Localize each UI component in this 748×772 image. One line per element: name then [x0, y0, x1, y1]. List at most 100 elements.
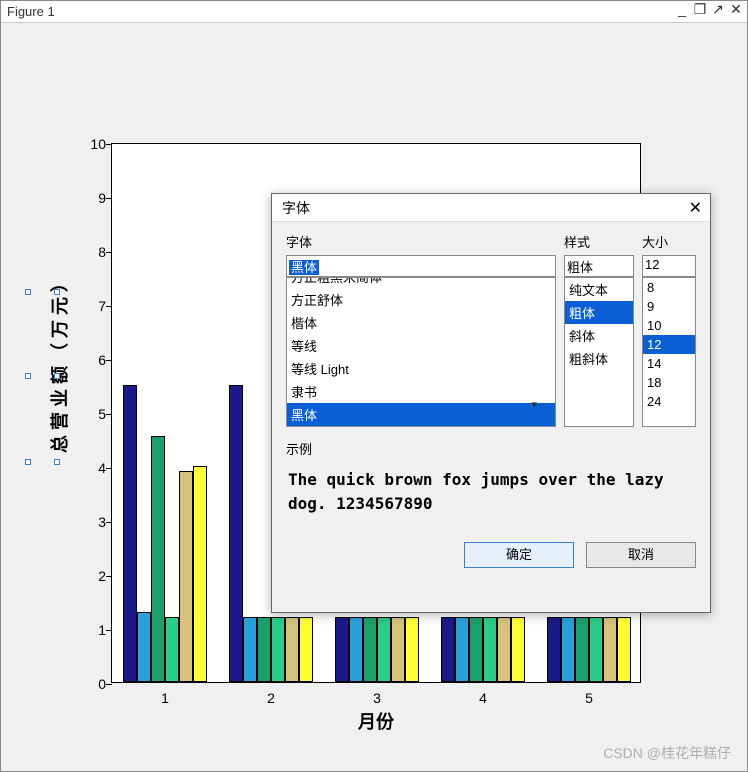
- bar[interactable]: [589, 617, 603, 682]
- dialog-titlebar[interactable]: 字体 ✕: [272, 194, 710, 222]
- size-input-value: 12: [645, 257, 659, 272]
- list-item[interactable]: 粗体: [565, 301, 633, 324]
- bar[interactable]: [349, 617, 363, 682]
- bar[interactable]: [243, 617, 257, 682]
- list-item[interactable]: 14: [643, 354, 695, 373]
- y-tick: 8: [82, 244, 106, 260]
- list-item[interactable]: 隶书: [287, 380, 555, 403]
- y-axis-label-selected[interactable]: 总 营 业 额 （ 万 元 ）: [46, 274, 72, 453]
- window-controls: _ ❐ ↗ ✕: [675, 1, 743, 18]
- window-title: Figure 1: [7, 4, 55, 19]
- list-item[interactable]: 粗斜体: [565, 347, 633, 370]
- selection-handle[interactable]: [54, 459, 60, 465]
- x-tick: 2: [267, 690, 275, 706]
- sample-section: 示例 The quick brown fox jumps over the la…: [286, 439, 696, 516]
- bar[interactable]: [165, 617, 179, 682]
- bar[interactable]: [193, 466, 207, 682]
- list-item[interactable]: 等线 Light: [287, 357, 555, 380]
- titlebar[interactable]: Figure 1 _ ❐ ↗ ✕: [1, 1, 747, 23]
- bar[interactable]: [617, 617, 631, 682]
- selection-handle[interactable]: [54, 373, 60, 379]
- y-tick: 6: [82, 352, 106, 368]
- bar[interactable]: [257, 617, 271, 682]
- style-label: 样式: [564, 232, 634, 251]
- bar[interactable]: [363, 617, 377, 682]
- bar[interactable]: [547, 617, 561, 682]
- list-item[interactable]: 楷体: [287, 311, 555, 334]
- figure-window: Figure 1 _ ❐ ↗ ✕ 012345678910 12345 月份 总…: [0, 0, 748, 772]
- dialog-body: 字体 黑体 方正粗黑宋简体方正舒体楷体等线等线 Light隶书黑体▾ 样式 粗体: [272, 222, 710, 578]
- bar[interactable]: [603, 617, 617, 682]
- style-list[interactable]: 纯文本粗体斜体粗斜体: [564, 277, 634, 427]
- bar[interactable]: [123, 385, 137, 682]
- font-label: 字体: [286, 232, 556, 251]
- list-item[interactable]: 方正舒体: [287, 288, 555, 311]
- style-input[interactable]: 粗体: [564, 255, 634, 277]
- y-tick: 2: [82, 568, 106, 584]
- bar[interactable]: [391, 617, 405, 682]
- bar[interactable]: [137, 612, 151, 682]
- restore-icon[interactable]: ❐: [693, 1, 707, 18]
- font-list[interactable]: 方正粗黑宋简体方正舒体楷体等线等线 Light隶书黑体▾: [286, 277, 556, 427]
- y-tick: 7: [82, 298, 106, 314]
- bar[interactable]: [561, 617, 575, 682]
- bar[interactable]: [455, 617, 469, 682]
- close-icon[interactable]: ✕: [729, 1, 743, 18]
- dialog-title: 字体: [282, 198, 310, 218]
- selection-handle[interactable]: [54, 289, 60, 295]
- y-tick: 5: [82, 406, 106, 422]
- bar[interactable]: [335, 617, 349, 682]
- list-item[interactable]: 12: [643, 335, 695, 354]
- popout-icon[interactable]: ↗: [711, 1, 725, 18]
- font-input[interactable]: 黑体: [286, 255, 556, 277]
- list-item[interactable]: 等线: [287, 334, 555, 357]
- size-label: 大小: [642, 232, 696, 251]
- bar[interactable]: [469, 617, 483, 682]
- bar[interactable]: [405, 617, 419, 682]
- size-input[interactable]: 12: [642, 255, 696, 277]
- cancel-button[interactable]: 取消: [586, 542, 696, 568]
- bar[interactable]: [151, 436, 165, 682]
- y-tick: 9: [82, 190, 106, 206]
- list-item[interactable]: 纯文本: [565, 278, 633, 301]
- sample-text: The quick brown fox jumps over the lazy …: [286, 462, 696, 516]
- list-item[interactable]: 24: [643, 392, 695, 411]
- list-item[interactable]: 黑体: [287, 403, 555, 426]
- list-item[interactable]: 8: [643, 278, 695, 297]
- bar[interactable]: [575, 617, 589, 682]
- bar[interactable]: [271, 617, 285, 682]
- chevron-down-icon[interactable]: ▾: [531, 398, 537, 411]
- list-item[interactable]: 方正粗黑宋简体: [287, 277, 555, 288]
- y-tick: 1: [82, 622, 106, 638]
- list-item[interactable]: 18: [643, 373, 695, 392]
- bar[interactable]: [377, 617, 391, 682]
- list-item[interactable]: 斜体: [565, 324, 633, 347]
- bar[interactable]: [229, 385, 243, 682]
- x-tick: 1: [161, 690, 169, 706]
- dialog-close-icon[interactable]: ✕: [689, 198, 702, 218]
- selection-handle[interactable]: [25, 373, 31, 379]
- selection-handle[interactable]: [25, 459, 31, 465]
- bar[interactable]: [483, 617, 497, 682]
- x-axis-label: 月份: [358, 708, 394, 734]
- dialog-buttons: 确定 取消: [286, 542, 696, 568]
- size-list[interactable]: 891012141824: [642, 277, 696, 427]
- watermark: CSDN @桂花年糕仔: [603, 743, 731, 763]
- bar[interactable]: [299, 617, 313, 682]
- bar[interactable]: [441, 617, 455, 682]
- bar[interactable]: [179, 471, 193, 682]
- x-tick: 5: [585, 690, 593, 706]
- sample-label: 示例: [286, 439, 696, 458]
- bar[interactable]: [497, 617, 511, 682]
- list-item[interactable]: 10: [643, 316, 695, 335]
- selection-handle[interactable]: [25, 289, 31, 295]
- bar[interactable]: [511, 617, 525, 682]
- bar[interactable]: [285, 617, 299, 682]
- y-tick: 3: [82, 514, 106, 530]
- minimize-icon[interactable]: _: [675, 1, 689, 18]
- font-input-value: 黑体: [289, 260, 319, 275]
- list-item[interactable]: 9: [643, 297, 695, 316]
- y-tick: 0: [82, 676, 106, 692]
- font-dialog[interactable]: 字体 ✕ 字体 黑体 方正粗黑宋简体方正舒体楷体等线等线 Light隶书黑体▾ …: [271, 193, 711, 613]
- ok-button[interactable]: 确定: [464, 542, 574, 568]
